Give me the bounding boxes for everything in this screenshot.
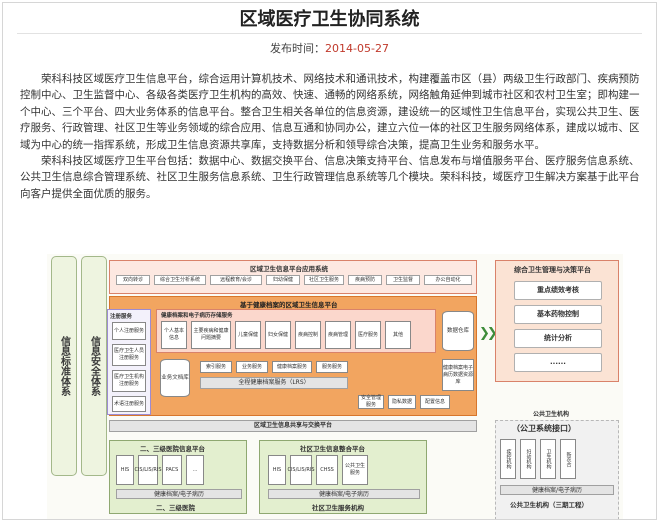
reg-item: 医疗卫生机构注册服务 [112,370,146,392]
decision-item: 统计分析 [514,329,602,348]
service-item: 索引服务 [200,361,232,373]
hr-item: 儿童保健 [235,321,261,349]
hospital-record-bar: 健康档案/电子病历 [116,489,242,499]
data-platform: 基于健康档案的区域卫生信息平台 注册服务 个人注册服务 医疗卫生人员注册服务 医… [107,296,477,416]
ph-item: 疾控机构 [500,439,516,479]
decision-item: 重点绩效考核 [514,281,602,300]
article-body: 荣科科技区域医疗卫生信息平台，综合运用计算机技术、网络技术和通讯技术，构建覆盖市… [20,71,644,202]
ph-label: 公共卫生机构（三期工程） [510,501,588,509]
hr-item: 疾病控制 [295,321,321,349]
data-warehouse-cylinder: 数据仓库 [442,311,474,351]
article-title: 区域医疗卫生协同系统 [239,9,420,30]
decision-item: ...... [514,353,602,372]
publish-meta: 发布时间：2014-05-27 [3,40,656,56]
community-record-bar: 健康档案/电子病历 [268,489,420,499]
health-record-storage: 健康档案和电子病历存储服务 个人基本信息 主要疾病和健康问题摘要 儿童保健 妇女… [156,309,436,353]
community-label: 社区卫生服务机构 [312,504,364,512]
hospital-platform-title: 二、三级医院信息平台 [140,445,205,453]
hospital-block: 二、三级医院信息平台 HIS CIS/LIS/RIS PACS ... 健康档案… [109,440,247,514]
app-item: 妇幼保健 [266,275,300,285]
info-security-bar: 信息安全体系 [81,256,107,476]
decision-item: 基本药物控制 [514,305,602,324]
sec-item: 隐私数据 [388,395,416,409]
app-platform: 区域卫生信息平台应用系统 双向转诊 综合卫生分析系统 远程教育/会诊 妇幼保健 … [109,260,477,294]
ph-item: 妇幼机构 [520,439,536,479]
app-item: 远程教育/会诊 [210,275,262,285]
publish-label: 发布时间： [270,42,326,55]
share-exchange-bar: 区域卫生信息共享与交换平台 [109,420,477,432]
architecture-diagram: 信息标准体系 信息安全体系 区域卫生信息平台应用系统 双向转诊 综合卫生分析系统… [47,254,623,519]
registration-service: 注册服务 个人注册服务 医疗卫生人员注册服务 医疗卫生机构注册服务 术语注册服务 [107,309,151,415]
app-item: 社区卫生服务 [304,275,344,285]
hospital-item: CIS/LIS/RIS [134,455,162,485]
community-platform-title: 社区卫生信息整合平台 [300,445,365,453]
paragraph-2: 荣科科技区域医疗卫生平台包括：数据中心、数据交换平台、信息决策支持平台、信息发布… [20,155,640,200]
lrs-bar: 全程健康档案服务（LRS） [200,377,348,389]
hospital-label: 二、三级医院 [156,504,195,512]
article-frame: 区域医疗卫生协同系统 发布时间：2014-05-27 荣科科技区域医疗卫生信息平… [2,2,657,520]
community-block: 社区卫生信息整合平台 HIS CIS/LIS/RIS CHSS 公共卫生服务 健… [259,440,427,514]
decision-platform: 综合卫生管理与决策平台 重点绩效考核 基本药物控制 统计分析 ...... [495,260,619,382]
hr-item: 个人基本信息 [161,321,187,349]
title-divider [17,33,642,34]
info-standard-bar: 信息标准体系 [51,256,77,476]
health-record-title: 健康档案和电子病历存储服务 [161,313,233,319]
reg-item: 术语注册服务 [112,396,146,412]
ph-item: 卫生机构 [540,439,556,479]
hospital-item: PACS [162,455,182,485]
ph-record-bar: 健康档案/电子病历 [500,485,614,495]
service-item: 服务服务 [316,361,348,373]
hospital-item: ... [186,455,204,485]
public-interface-title: （公卫系统接口） [512,424,576,433]
decision-platform-title: 综合卫生管理与决策平台 [514,266,591,274]
hr-item: 其他 [385,321,411,349]
app-item: 综合卫生分析系统 [154,275,206,285]
public-health-block: （公卫系统接口） 疾控机构 妇幼机构 卫生机构 新农合 健康档案/电子病历 公共… [495,420,619,519]
business-doc-cylinder: 业务文档库 [160,359,190,397]
hr-item: 主要疾病和健康问题摘要 [191,321,231,349]
ph-item: 新农合 [560,439,576,479]
service-item: 业务服务 [236,361,268,373]
community-item: 公共卫生服务 [342,455,368,485]
registration-title: 注册服务 [110,314,133,320]
app-item: 卫生监督 [386,275,420,285]
reg-item: 个人注册服务 [112,322,146,340]
publish-date: 2014-05-27 [325,42,389,55]
hr-item: 妇女保健 [265,321,291,349]
app-item: 疾病预防 [348,275,382,285]
double-chevron-right-icon: ❯❯ [479,326,498,341]
community-item: CIS/LIS/RIS [287,455,315,485]
service-item: 健康档案服务 [272,361,312,373]
app-item: 办公自动化 [424,275,472,285]
edr-resource-box: 健康档案电子病历数据资源库 [442,359,474,391]
reg-item: 医疗卫生人员注册服务 [112,344,146,366]
public-health-label: 公共卫生机构 [533,411,570,418]
data-platform-title: 基于健康档案的区域卫生信息平台 [240,301,338,309]
community-item: HIS [268,455,286,485]
app-item: 双向转诊 [116,275,150,285]
community-item: CHSS [316,455,338,485]
paragraph-1: 荣科科技区域医疗卫生信息平台，综合运用计算机技术、网络技术和通讯技术，构建覆盖市… [20,73,640,151]
sec-item: 安全管理服务 [358,395,384,409]
hospital-item: HIS [116,455,134,485]
hr-item: 医疗服务 [355,321,381,349]
app-platform-title: 区域卫生信息平台应用系统 [250,265,328,273]
sec-item: 配置信息 [420,395,450,409]
hr-item: 疾病管理 [325,321,351,349]
